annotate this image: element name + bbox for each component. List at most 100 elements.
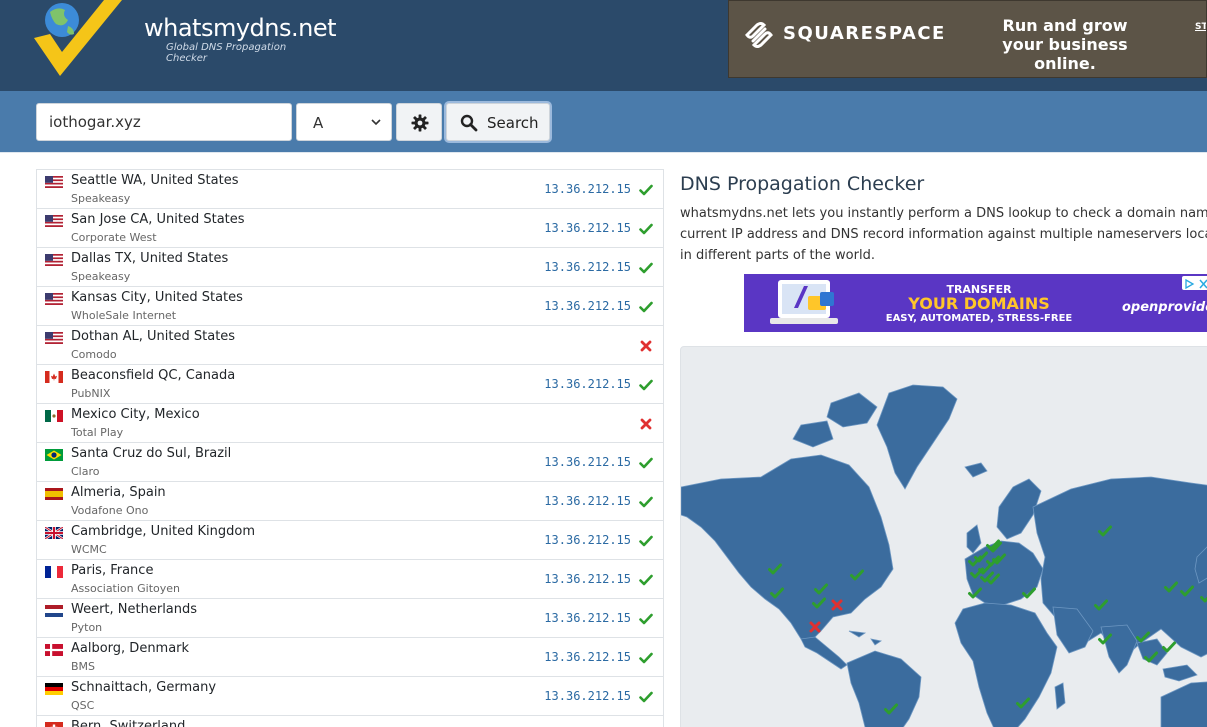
result-provider: Association Gitoyen: [71, 582, 181, 595]
result-provider: Vodafone Ono: [71, 504, 149, 517]
result-ip[interactable]: 13.36.212.15: [544, 182, 631, 196]
ad-line-3: EASY, AUTOMATED, STRESS-FREE: [885, 313, 1073, 324]
gear-icon: [411, 114, 429, 132]
result-ip[interactable]: 13.36.212.15: [544, 377, 631, 391]
result-row[interactable]: Santa Cruz do Sul, Brazil Claro 13.36.212.…: [37, 443, 663, 482]
page-title: DNS Propagation Checker: [680, 173, 925, 195]
result-row[interactable]: Paris, France Association Gitoyen 13.36.21…: [37, 560, 663, 599]
record-type-select[interactable]: A: [296, 103, 392, 141]
result-row[interactable]: Bern, Switzerland: [37, 716, 663, 727]
chevron-down-icon: [371, 119, 381, 126]
flag-us-icon: [45, 332, 63, 344]
result-provider: Corporate West: [71, 231, 157, 244]
landmass-uk: [966, 524, 982, 554]
result-ip[interactable]: 13.36.212.15: [544, 650, 631, 664]
advertisement-openprovider[interactable]: TRANSFER YOUR DOMAINS EASY, AUTOMATED, S…: [744, 274, 1207, 332]
landmass-arctic-islands: [792, 392, 878, 448]
result-provider: Comodo: [71, 348, 117, 361]
result-ip[interactable]: 13.36.212.15: [544, 611, 631, 625]
check-icon: [639, 494, 653, 508]
result-ip[interactable]: 13.36.212.15: [544, 494, 631, 508]
cross-icon: [639, 338, 653, 352]
results-table: Seattle WA, United States Speakeasy 13.36.…: [36, 169, 664, 727]
flag-ca-icon: [45, 371, 63, 383]
check-icon: [639, 299, 653, 313]
result-provider: WCMC: [71, 543, 107, 556]
result-ip[interactable]: 13.36.212.15: [544, 260, 631, 274]
result-row[interactable]: Cambridge, United Kingdom WCMC 13.36.212.1…: [37, 521, 663, 560]
adchoices-icon[interactable]: [1182, 276, 1207, 290]
check-icon: [639, 533, 653, 547]
landmass-iceland: [964, 462, 988, 478]
advertisement-squarespace[interactable]: SQUARESPACE Run and grow your business o…: [728, 0, 1207, 78]
result-ip[interactable]: 13.36.212.15: [544, 455, 631, 469]
check-icon: [639, 611, 653, 625]
result-ip[interactable]: 13.36.212.15: [544, 299, 631, 313]
result-provider: Claro: [71, 465, 100, 478]
check-icon: [639, 650, 653, 664]
flag-mx-icon: [45, 410, 63, 422]
result-row[interactable]: Almeria, Spain Vodafone Ono 13.36.212.15: [37, 482, 663, 521]
result-ip[interactable]: 13.36.212.15: [544, 572, 631, 586]
flag-es-icon: [45, 488, 63, 500]
landmass-india: [1100, 624, 1138, 674]
result-row[interactable]: Dothan AL, United States Comodo: [37, 326, 663, 365]
check-icon: [639, 689, 653, 703]
result-row[interactable]: Kansas City, United States WholeSale Inte…: [37, 287, 663, 326]
result-row[interactable]: San Jose CA, United States Corporate West…: [37, 209, 663, 248]
landmass-north-america: [681, 454, 894, 644]
logo-globe-check-icon: [34, 0, 122, 76]
page-description: whatsmydns.net lets you instantly perfor…: [680, 206, 1207, 263]
site-logo[interactable]: whatsmydns.net Global DNS Propagation Ch…: [32, 0, 337, 80]
result-row[interactable]: Weert, Netherlands Pyton 13.36.212.15: [37, 599, 663, 638]
ad-brand: SQUARESPACE: [783, 23, 946, 44]
ad-line-2: YOUR DOMAINS: [908, 294, 1050, 313]
result-row[interactable]: Seattle WA, United States Speakeasy 13.36.…: [37, 170, 663, 209]
flag-us-icon: [45, 176, 63, 188]
search-icon: [460, 114, 478, 132]
result-location: Weert, Netherlands: [71, 602, 198, 617]
settings-button[interactable]: [396, 103, 442, 141]
result-provider: PubNIX: [71, 387, 111, 400]
map-check-marker[interactable]: [1162, 641, 1176, 653]
check-icon: [639, 455, 653, 469]
result-row[interactable]: Mexico City, Mexico Total Play: [37, 404, 663, 443]
result-ip[interactable]: 13.36.212.15: [544, 689, 631, 703]
result-row[interactable]: Beaconsfield QC, Canada PubNIX 13.36.212.1…: [37, 365, 663, 404]
cross-icon: [639, 416, 653, 430]
search-button[interactable]: Search: [446, 103, 550, 141]
flag-us-icon: [45, 215, 63, 227]
result-provider: Total Play: [71, 426, 124, 439]
landmass-central-america: [800, 636, 848, 670]
squarespace-logo-icon: [745, 22, 773, 48]
result-row[interactable]: Aalborg, Denmark BMS 13.36.212.15: [37, 638, 663, 677]
search-bar: A Search: [0, 91, 1207, 153]
result-location: Bern, Switzerland: [71, 719, 186, 727]
result-ip[interactable]: 13.36.212.15: [544, 533, 631, 547]
world-map[interactable]: [680, 346, 1207, 727]
result-row[interactable]: Schnaittach, Germany QSC 13.36.212.15: [37, 677, 663, 716]
flag-nl-icon: [45, 605, 63, 617]
landmass-madagascar: [1054, 682, 1066, 710]
result-location: Almeria, Spain: [71, 485, 166, 500]
result-location: Seattle WA, United States: [71, 173, 239, 188]
logo-subtitle: Global DNS Propagation Checker: [166, 42, 287, 64]
domain-input[interactable]: [36, 103, 292, 141]
check-icon: [639, 260, 653, 274]
check-icon: [639, 221, 653, 235]
result-provider: WholeSale Internet: [71, 309, 177, 322]
result-row[interactable]: Dallas TX, United States Speakeasy 13.36.2…: [37, 248, 663, 287]
result-location: Beaconsfield QC, Canada: [71, 368, 236, 383]
ad-tagline: Run and grow your business online.: [1002, 16, 1128, 73]
record-type-value: A: [313, 114, 324, 132]
site-header: whatsmydns.net Global DNS Propagation Ch…: [0, 0, 1207, 91]
result-location: San Jose CA, United States: [71, 212, 245, 227]
flag-us-icon: [45, 254, 63, 266]
ad-cta-link[interactable]: ST: [1195, 22, 1206, 32]
result-provider: QSC: [71, 699, 95, 712]
result-ip[interactable]: 13.36.212.15: [544, 221, 631, 235]
world-map-graphic: [681, 384, 1207, 727]
ad-brand-openprovider: openprovider: [1122, 300, 1207, 315]
result-location: Paris, France: [71, 563, 154, 578]
flag-br-icon: [45, 449, 63, 461]
